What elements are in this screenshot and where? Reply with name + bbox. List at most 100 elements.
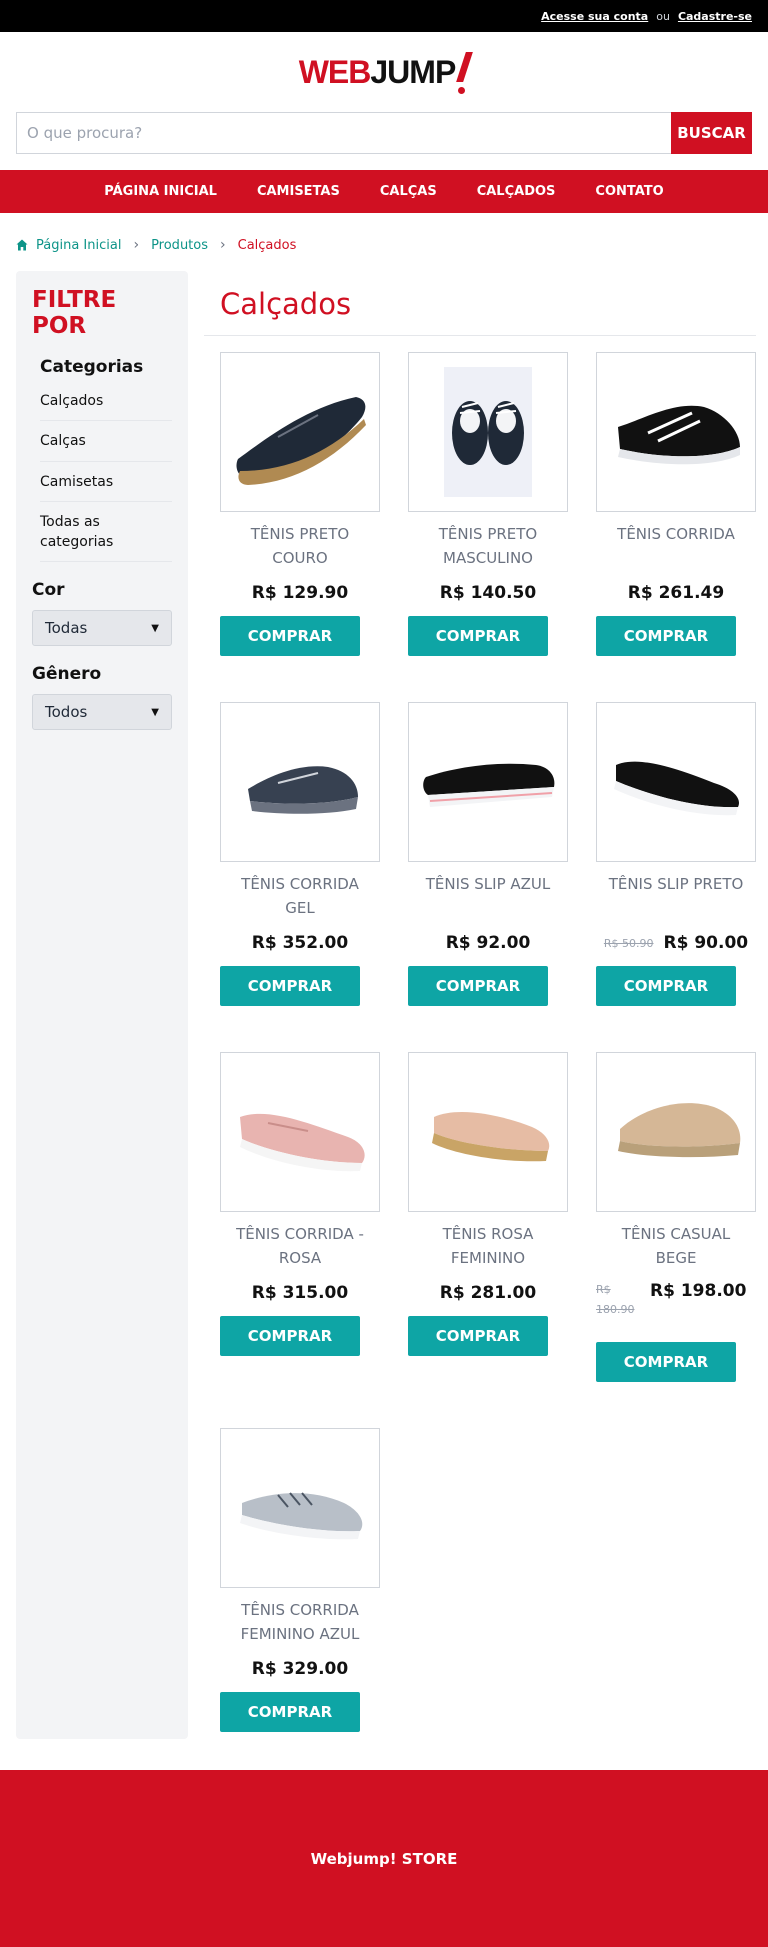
- product-image[interactable]: [596, 352, 756, 512]
- header: WEB JUMP: [0, 32, 768, 112]
- buy-button[interactable]: COMPRAR: [596, 966, 736, 1006]
- buy-button[interactable]: COMPRAR: [220, 1316, 360, 1356]
- buy-button[interactable]: COMPRAR: [220, 966, 360, 1006]
- shoe-black-leather-image: [236, 397, 366, 485]
- product-old-price: R$ 50.90: [603, 936, 654, 950]
- product-card: TÊNIS CORRIDA R$ 261.49 COMPRAR: [596, 352, 756, 656]
- footer: Webjump! STORE: [0, 1770, 768, 1947]
- color-select-value: Todas: [45, 619, 88, 638]
- product-card: TÊNIS SLIP AZUL R$ 92.00 COMPRAR: [408, 702, 568, 1006]
- breadcrumb-products[interactable]: Produtos: [151, 238, 208, 253]
- product-card: TÊNIS ROSA FEMININO R$ 281.00 COMPRAR: [408, 1052, 568, 1382]
- product-image[interactable]: [408, 702, 568, 862]
- product-prices: R$ 180.90 R$ 198.00: [596, 1278, 756, 1334]
- shoe-running-grey-image: [240, 1492, 363, 1540]
- gender-select-value: Todos: [45, 703, 88, 722]
- category-all[interactable]: Todas as categorias: [40, 502, 172, 563]
- buy-button[interactable]: COMPRAR: [596, 1342, 736, 1382]
- chevron-right-icon: ›: [220, 237, 226, 253]
- category-calcas[interactable]: Calças: [40, 421, 172, 462]
- product-grid: TÊNIS PRETO COURO R$ 129.90 COMPRAR TÊNI…: [204, 336, 756, 1732]
- product-name: TÊNIS SLIP AZUL: [425, 875, 551, 893]
- nav-item-calcados[interactable]: CALÇADOS: [457, 184, 576, 199]
- product-old-price: R$ 180.90: [596, 1283, 635, 1316]
- product-image[interactable]: [596, 1052, 756, 1212]
- shoe-slip-on-image: [423, 763, 555, 807]
- product-name: TÊNIS ROSA FEMININO: [442, 1225, 534, 1267]
- filter-title: FILTRE POR: [32, 287, 117, 339]
- shoe-black-canvas-image: [444, 367, 532, 497]
- product-price: R$ 329.00: [251, 1659, 349, 1679]
- main-nav: PÁGINA INICIAL CAMISETAS CALÇAS CALÇADOS…: [0, 170, 768, 213]
- search-bar: BUSCAR: [16, 112, 752, 154]
- product-card: TÊNIS PRETO MASCULINO R$ 140.50 COMPRAR: [408, 352, 568, 656]
- nav-item-calcas[interactable]: CALÇAS: [360, 184, 457, 199]
- product-prices: R$ 50.90 R$ 90.00: [596, 928, 756, 958]
- product-card: TÊNIS PRETO COURO R$ 129.90 COMPRAR: [220, 352, 380, 656]
- product-prices: R$ 281.00: [408, 1278, 568, 1308]
- webjump-logo[interactable]: WEB JUMP: [299, 52, 474, 94]
- product-price: R$ 315.00: [251, 1283, 349, 1303]
- buy-button[interactable]: COMPRAR: [220, 616, 360, 656]
- category-camisetas[interactable]: Camisetas: [40, 462, 172, 502]
- product-image[interactable]: [220, 702, 380, 862]
- chevron-right-icon: ›: [133, 237, 140, 253]
- register-link[interactable]: Cadastre-se: [678, 10, 752, 23]
- product-card: TÊNIS SLIP PRETO R$ 50.90 R$ 90.00 COMPR…: [596, 702, 756, 1006]
- product-prices: R$ 329.00: [220, 1654, 380, 1684]
- login-link[interactable]: Acesse sua conta: [541, 10, 648, 23]
- product-image[interactable]: [220, 352, 380, 512]
- gender-select[interactable]: Todos ▼: [32, 694, 172, 731]
- nav-item-home[interactable]: PÁGINA INICIAL: [84, 184, 237, 199]
- buy-button[interactable]: COMPRAR: [408, 966, 548, 1006]
- buy-button[interactable]: COMPRAR: [408, 616, 548, 656]
- product-image[interactable]: [408, 352, 568, 512]
- color-filter: Cor Todas ▼: [32, 580, 172, 647]
- filter-sidebar: FILTRE POR Categorias Calçados Calças Ca…: [16, 271, 188, 1739]
- product-name: TÊNIS CORRIDA: [617, 525, 735, 543]
- product-prices: R$ 261.49: [596, 578, 756, 608]
- buy-button[interactable]: COMPRAR: [596, 616, 736, 656]
- product-prices: R$ 352.00: [220, 928, 380, 958]
- product-card: TÊNIS CORRIDA GEL R$ 352.00 COMPRAR: [220, 702, 380, 1006]
- footer-text: Webjump! STORE: [310, 1849, 458, 1868]
- product-price: R$ 140.50: [439, 583, 537, 603]
- product-price: R$ 261.49: [627, 583, 725, 603]
- shoe-running-pink-image: [240, 1113, 365, 1172]
- product-image[interactable]: [596, 702, 756, 862]
- nav-item-contato[interactable]: CONTATO: [575, 184, 683, 199]
- search-input[interactable]: [16, 112, 671, 154]
- product-image[interactable]: [408, 1052, 568, 1212]
- shoe-casual-beige-image: [618, 1103, 741, 1158]
- product-prices: R$ 140.50: [408, 578, 568, 608]
- product-name: TÊNIS PRETO COURO: [250, 525, 350, 567]
- buy-button[interactable]: COMPRAR: [220, 1692, 360, 1732]
- product-name: TÊNIS PRETO MASCULINO: [438, 525, 538, 567]
- search-button[interactable]: BUSCAR: [671, 112, 752, 154]
- product-price: R$ 352.00: [251, 933, 349, 953]
- product-image[interactable]: [220, 1052, 380, 1212]
- shoe-slip-on-black-image: [614, 761, 739, 816]
- category-list: Calçados Calças Camisetas Todas as categ…: [40, 391, 172, 563]
- product-price: R$ 129.90: [251, 583, 349, 603]
- buy-button[interactable]: COMPRAR: [408, 1316, 548, 1356]
- product-image[interactable]: [220, 1428, 380, 1588]
- shoe-running-gel-image: [248, 766, 358, 814]
- product-prices: R$ 129.90: [220, 578, 380, 608]
- category-calcados[interactable]: Calçados: [40, 391, 172, 422]
- nav-item-camisetas[interactable]: CAMISETAS: [237, 184, 360, 199]
- product-price: R$ 92.00: [445, 933, 531, 953]
- page-title: Calçados: [204, 271, 756, 336]
- chevron-down-icon: ▼: [151, 706, 159, 718]
- breadcrumb-current: Calçados: [237, 237, 297, 253]
- product-card: TÊNIS CORRIDA FEMININO AZUL R$ 329.00 CO…: [220, 1428, 380, 1732]
- product-price: R$ 281.00: [439, 1283, 537, 1303]
- product-listing: Calçados TÊNIS PRETO COURO R$ 129.90 COM…: [188, 271, 756, 1739]
- product-name: TÊNIS SLIP PRETO: [608, 875, 744, 893]
- chevron-down-icon: ▼: [151, 622, 159, 634]
- categories-title: Categorias: [40, 357, 144, 377]
- color-filter-title: Cor: [32, 580, 65, 601]
- breadcrumb-home[interactable]: Página Inicial: [36, 238, 121, 253]
- color-select[interactable]: Todas ▼: [32, 610, 172, 647]
- gender-filter-title: Gênero: [32, 664, 102, 685]
